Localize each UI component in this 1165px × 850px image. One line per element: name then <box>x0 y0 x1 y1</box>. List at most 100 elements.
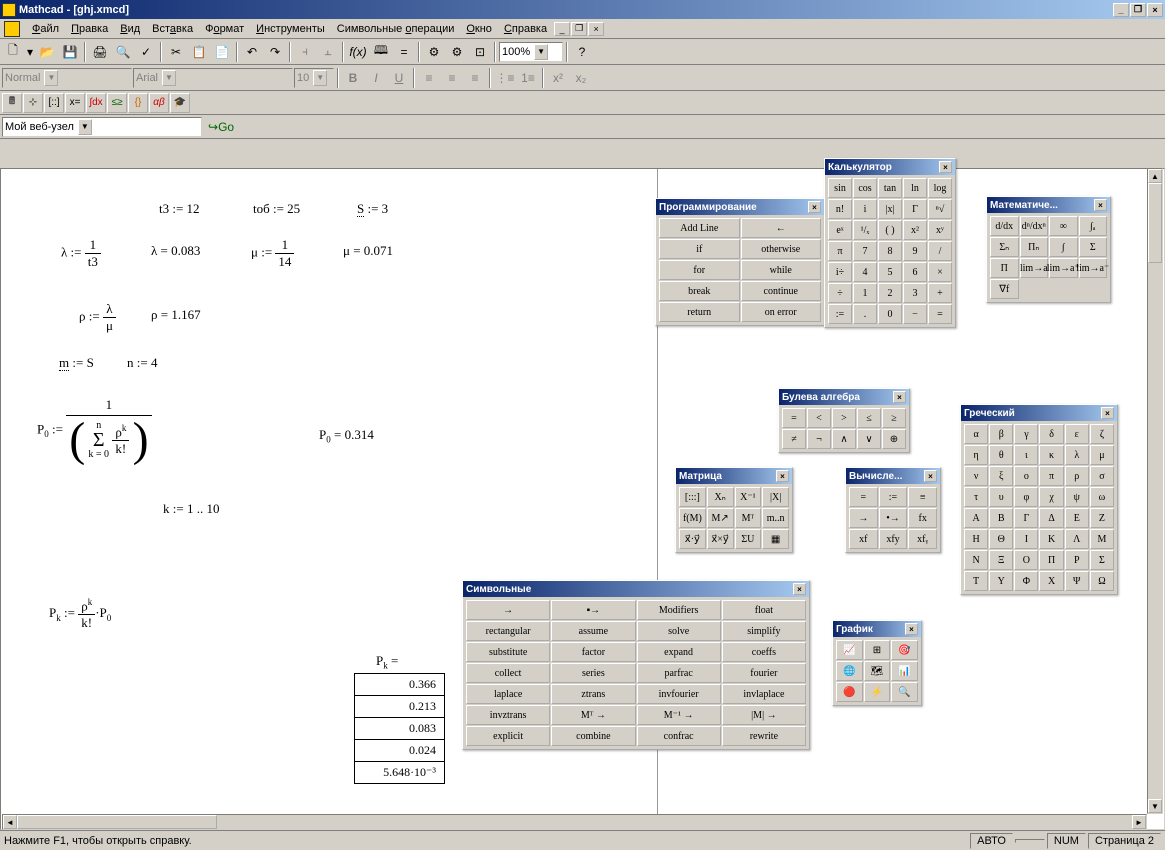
italic-button[interactable]: I <box>365 67 387 89</box>
palette-button[interactable]: n! <box>828 199 852 219</box>
close-icon[interactable]: × <box>1101 407 1114 419</box>
palette-button[interactable]: Π <box>990 258 1019 278</box>
palette-button[interactable]: Θ <box>989 529 1013 549</box>
palette-button[interactable]: i÷ <box>828 262 852 282</box>
palette-button[interactable]: X⁻¹ <box>735 487 762 507</box>
palette-button[interactable]: invztrans <box>466 705 550 725</box>
palette-button[interactable]: → <box>849 508 878 528</box>
eq-P0-def[interactable]: P0 := 1 ( n Σ k = 0 ρk k! ) <box>37 397 152 464</box>
zoom-combo[interactable]: 100%▼ <box>499 42 563 62</box>
eq-P0-val[interactable]: P0 = 0.314 <box>319 427 374 445</box>
paste-button[interactable]: 📄 <box>211 41 233 63</box>
palette-button[interactable]: invlaplace <box>722 684 806 704</box>
horizontal-scrollbar[interactable]: ◄ ► <box>2 814 1147 830</box>
palette-button[interactable]: 🔍 <box>891 682 918 702</box>
numbers-button[interactable]: 1≡ <box>517 67 539 89</box>
palette-button[interactable]: Α <box>964 508 988 528</box>
palette-button[interactable]: Κ <box>1039 529 1063 549</box>
calculus-palette-button[interactable]: ∫dx <box>86 93 106 113</box>
underline-button[interactable]: U <box>388 67 410 89</box>
go-button[interactable]: ↪Go <box>203 116 239 138</box>
palette-button[interactable]: Λ <box>1065 529 1089 549</box>
close-icon[interactable]: × <box>808 201 821 213</box>
minimize-button[interactable]: _ <box>1113 3 1129 17</box>
symbolic-palette-button[interactable]: 🎓 <box>170 93 190 113</box>
palette-button[interactable]: |M| → <box>722 705 806 725</box>
eq-lambda-val[interactable]: λ = 0.083 <box>151 243 200 259</box>
palette-button[interactable]: = <box>928 304 952 324</box>
align-button[interactable]: ⫞ <box>294 41 316 63</box>
eq-lambda-def[interactable]: λ := 1t3 <box>61 237 101 270</box>
site-combo[interactable]: Мой веб-узел▼ <box>2 117 202 137</box>
palette-button[interactable]: 🎯 <box>891 640 918 660</box>
palette-button[interactable]: ← <box>741 218 822 238</box>
palette-button[interactable]: Mᵀ <box>735 508 762 528</box>
palette-button[interactable]: Β <box>989 508 1013 528</box>
palette-button[interactable]: lim→a⁻ <box>1079 258 1108 278</box>
palette-button[interactable]: Γ <box>1014 508 1038 528</box>
eq-tob[interactable]: toб := 25 <box>253 201 300 217</box>
palette-button[interactable]: − <box>903 304 927 324</box>
component3-button[interactable]: ⊡ <box>469 41 491 63</box>
close-icon[interactable]: × <box>924 470 937 482</box>
palette-button[interactable]: Πₙ <box>1020 237 1049 257</box>
close-icon[interactable]: × <box>1094 199 1107 211</box>
palette-button[interactable]: invfourier <box>637 684 721 704</box>
palette-button[interactable]: ≥ <box>882 408 906 428</box>
palette-button[interactable]: × <box>928 262 952 282</box>
vertical-scrollbar[interactable]: ▲ ▼ <box>1147 168 1163 814</box>
palette-button[interactable]: ∧ <box>832 429 856 449</box>
palette-button[interactable]: ε <box>1065 424 1089 444</box>
palette-button[interactable]: xf <box>849 529 878 549</box>
close-icon[interactable]: × <box>793 583 806 595</box>
palette-button[interactable]: expand <box>637 642 721 662</box>
palette-button[interactable]: log <box>928 178 952 198</box>
palette-button[interactable]: Ε <box>1065 508 1089 528</box>
palette-button[interactable]: Ψ <box>1065 571 1089 591</box>
programming-palette[interactable]: Программирование× Add Line←ifotherwisefo… <box>655 198 825 326</box>
palette-button[interactable]: . <box>853 304 877 324</box>
palette-button[interactable]: Σ <box>1079 237 1108 257</box>
menu-edit[interactable]: Правка <box>65 21 114 37</box>
palette-button[interactable]: x⃗·y⃗ <box>679 529 706 549</box>
palette-button[interactable]: π <box>1039 466 1063 486</box>
palette-button[interactable]: μ <box>1090 445 1114 465</box>
palette-button[interactable]: Η <box>964 529 988 549</box>
palette-button[interactable]: lim→a⁺ <box>1049 258 1078 278</box>
palette-button[interactable]: Ρ <box>1065 550 1089 570</box>
palette-button[interactable]: Μ <box>1090 529 1114 549</box>
scroll-right-button[interactable]: ► <box>1132 815 1146 829</box>
palette-button[interactable]: ∫ <box>1049 237 1078 257</box>
close-icon[interactable]: × <box>939 161 952 173</box>
palette-button[interactable]: •→ <box>879 508 908 528</box>
preview-button[interactable]: 🔍 <box>112 41 134 63</box>
palette-button[interactable]: Xₙ <box>707 487 734 507</box>
palette-button[interactable]: otherwise <box>741 239 822 259</box>
palette-button[interactable]: Δ <box>1039 508 1063 528</box>
palette-button[interactable]: M⁻¹ → <box>637 705 721 725</box>
left-button[interactable]: ≡ <box>418 67 440 89</box>
palette-button[interactable]: Ζ <box>1090 508 1114 528</box>
calculator-palette[interactable]: Калькулятор× sincostanlnlogn!i|x|Γⁿ√eˣ¹/… <box>824 158 956 328</box>
greek-palette[interactable]: Греческий× αβγδεζηθικλμνξοπρστυφχψωΑΒΓΔΕ… <box>960 404 1118 595</box>
palette-button[interactable]: Σ <box>1090 550 1114 570</box>
eq-S[interactable]: S := 3 <box>357 201 388 217</box>
palette-button[interactable]: = <box>849 487 878 507</box>
palette-button[interactable]: ▦ <box>762 529 789 549</box>
right-button[interactable]: ≡ <box>464 67 486 89</box>
palette-button[interactable]: → <box>466 600 550 620</box>
matrix-palette-button[interactable]: [::] <box>44 93 64 113</box>
palette-button[interactable]: > <box>832 408 856 428</box>
menu-tools[interactable]: Инструменты <box>250 21 331 37</box>
palette-button[interactable]: λ <box>1065 445 1089 465</box>
palette-button[interactable]: continue <box>741 281 822 301</box>
palette-button[interactable]: x⃗×y⃗ <box>707 529 734 549</box>
palette-button[interactable]: β <box>989 424 1013 444</box>
palette-button[interactable]: ¹/ₓ <box>853 220 877 240</box>
palette-button[interactable]: ω <box>1090 487 1114 507</box>
menu-symbolics[interactable]: Символьные операции <box>331 21 461 37</box>
eq-Pk-def[interactable]: Pk := ρkk!·P0 <box>49 597 111 631</box>
menu-view[interactable]: Вид <box>114 21 146 37</box>
palette-button[interactable]: ι <box>1014 445 1038 465</box>
palette-button[interactable]: rectangular <box>466 621 550 641</box>
